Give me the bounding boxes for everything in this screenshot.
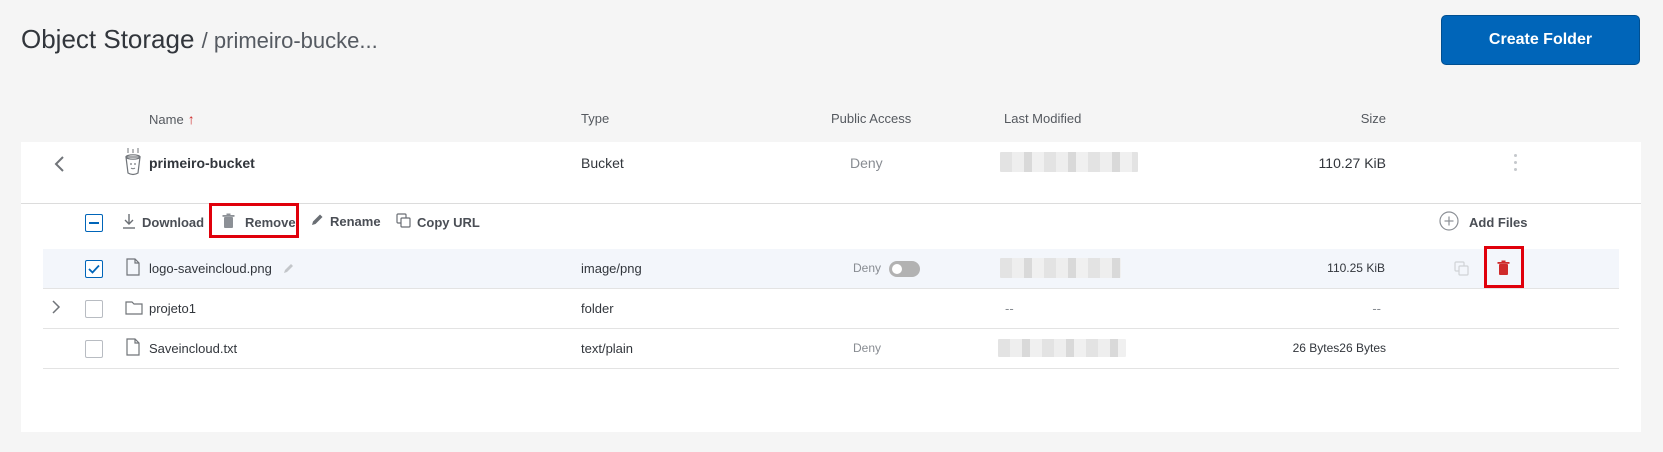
- trash-icon[interactable]: [1497, 260, 1510, 281]
- bucket-type: Bucket: [581, 155, 624, 171]
- download-button[interactable]: Download: [122, 213, 204, 232]
- file-last-modified: --: [1005, 301, 1014, 316]
- page-title-text: Object Storage: [21, 24, 195, 54]
- column-header-type[interactable]: Type: [581, 111, 609, 126]
- bucket-size: 110.27 KiB: [1318, 155, 1386, 171]
- bucket-name[interactable]: primeiro-bucket: [149, 155, 255, 171]
- copy-url-label: Copy URL: [417, 214, 480, 230]
- add-files-button[interactable]: Add Files: [1439, 211, 1528, 234]
- trash-icon: [222, 213, 235, 232]
- file-size: 26 Bytes26 Bytes: [1292, 341, 1386, 355]
- file-size: --: [1372, 301, 1381, 316]
- column-header-size[interactable]: Size: [1320, 111, 1386, 126]
- file-icon: [126, 258, 140, 281]
- file-name[interactable]: Saveincloud.txt: [149, 341, 237, 356]
- copy-url-button[interactable]: Copy URL: [396, 213, 480, 231]
- column-header-public-access[interactable]: Public Access: [831, 111, 911, 126]
- file-checkbox[interactable]: [85, 300, 103, 318]
- file-row-projeto1[interactable]: projeto1 folder -- --: [43, 289, 1619, 329]
- file-size: 110.25 KiB: [1327, 261, 1385, 275]
- copy-icon[interactable]: [1454, 261, 1469, 281]
- more-options-icon[interactable]: [1514, 154, 1517, 171]
- select-all-checkbox[interactable]: [85, 214, 103, 232]
- download-icon: [122, 213, 136, 232]
- create-folder-button[interactable]: Create Folder: [1441, 15, 1640, 65]
- bucket-icon: [122, 147, 144, 177]
- column-header-last-modified[interactable]: Last Modified: [1004, 111, 1081, 126]
- arrow-up-icon: ↑: [187, 111, 195, 127]
- plus-circle-icon: [1439, 211, 1459, 234]
- folder-icon: [125, 300, 143, 320]
- file-checkbox[interactable]: [85, 340, 103, 358]
- chevron-left-icon[interactable]: [51, 154, 69, 174]
- check-icon: [88, 264, 100, 274]
- file-name[interactable]: logo-saveincloud.png: [149, 261, 272, 276]
- breadcrumb[interactable]: / primeiro-bucke...: [202, 28, 378, 53]
- file-last-modified-redacted: [1000, 258, 1121, 278]
- bucket-last-modified-redacted: [1000, 152, 1138, 172]
- file-row-logo-saveincloud[interactable]: logo-saveincloud.png image/png Deny 110.…: [43, 249, 1619, 289]
- file-public-access: Deny: [853, 261, 882, 275]
- copy-icon: [396, 213, 411, 231]
- page-title: Object Storage / primeiro-bucke...: [21, 24, 378, 55]
- rename-label: Rename: [330, 213, 381, 229]
- file-row-saveincloud-txt[interactable]: Saveincloud.txt text/plain Deny 26 Bytes…: [43, 329, 1619, 369]
- public-access-toggle[interactable]: [889, 261, 920, 277]
- column-header-name-label: Name: [149, 112, 184, 127]
- remove-button[interactable]: Remove: [222, 213, 296, 232]
- pencil-icon: [311, 213, 324, 229]
- file-name[interactable]: projeto1: [149, 301, 196, 316]
- file-type: image/png: [581, 261, 642, 276]
- rename-button[interactable]: Rename: [311, 213, 381, 229]
- bucket-row: primeiro-bucket Bucket Deny 110.27 KiB: [21, 142, 1641, 204]
- file-last-modified-redacted: [998, 339, 1126, 357]
- add-files-label: Add Files: [1469, 215, 1528, 230]
- bucket-public-access: Deny: [850, 155, 883, 171]
- file-public-access: Deny: [853, 341, 882, 355]
- file-checkbox[interactable]: [85, 260, 103, 278]
- download-label: Download: [142, 215, 205, 230]
- chevron-right-icon[interactable]: [51, 300, 61, 319]
- remove-label: Remove: [245, 215, 296, 230]
- file-type: folder: [581, 301, 614, 316]
- pencil-icon[interactable]: [283, 261, 295, 279]
- file-icon: [126, 338, 140, 361]
- file-panel: primeiro-bucket Bucket Deny 110.27 KiB D…: [21, 142, 1641, 432]
- file-type: text/plain: [581, 341, 634, 356]
- column-header-name[interactable]: Name ↑: [149, 111, 195, 127]
